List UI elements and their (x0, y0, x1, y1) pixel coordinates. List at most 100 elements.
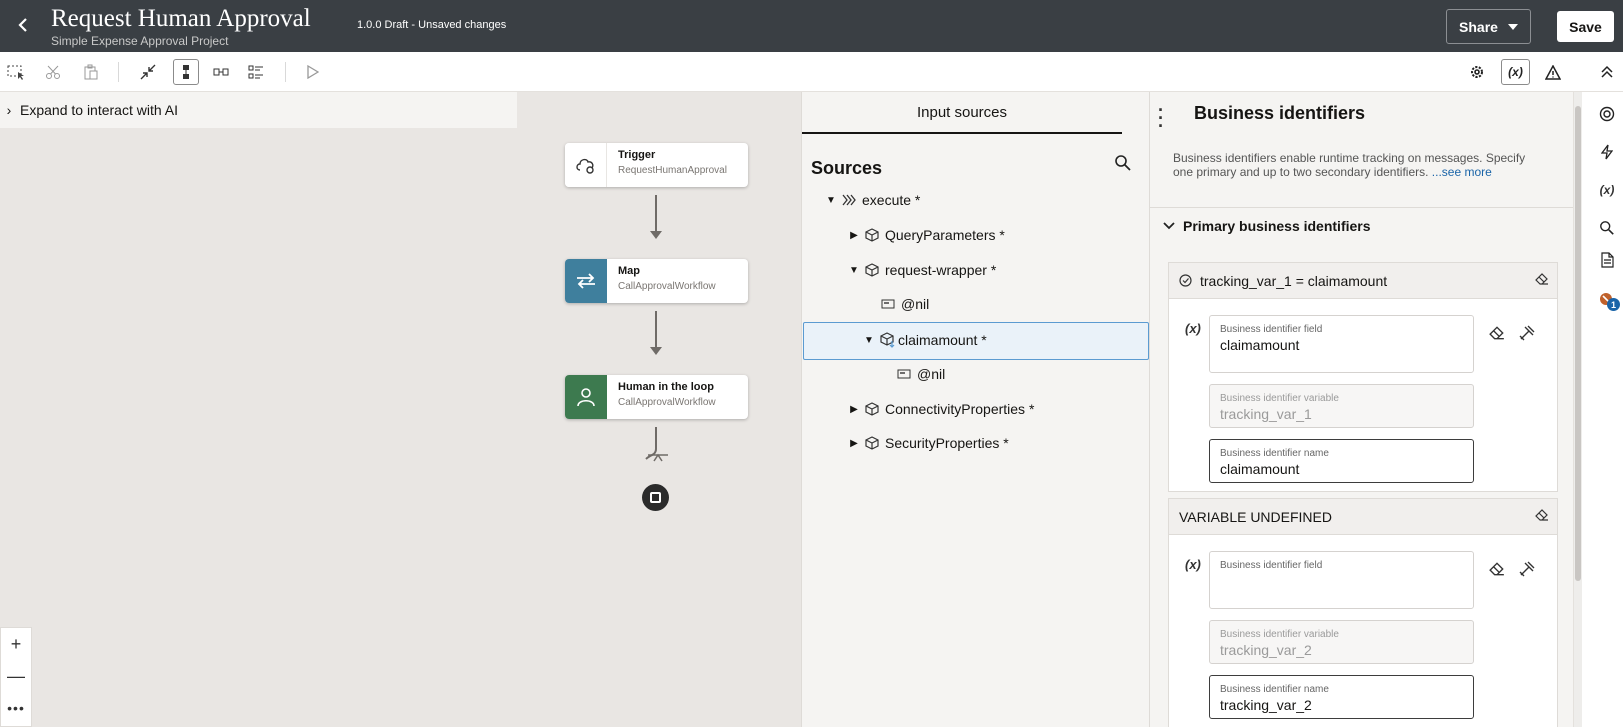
caret-down-icon (1507, 23, 1518, 30)
end-node[interactable] (642, 484, 669, 511)
cube-mapped-icon (880, 332, 896, 348)
page-title: Request Human Approval (51, 5, 311, 32)
project-name: Simple Expense Approval Project (51, 34, 229, 48)
cloud-gear-icon (565, 143, 607, 187)
business-identifier-name-input[interactable]: Business identifier name claimamount (1209, 439, 1474, 483)
tree-item-securityproperties[interactable]: ▶ SecurityProperties * (847, 428, 1009, 458)
caret-down-icon[interactable]: ▼ (824, 195, 838, 206)
gear-icon[interactable] (1464, 59, 1490, 85)
attribute-icon (897, 369, 911, 379)
kebab-menu-icon[interactable]: · · · (1158, 101, 1170, 135)
more-icon[interactable]: ••• (1, 692, 31, 724)
collapse-up-icon[interactable] (1594, 59, 1620, 85)
issues-icon[interactable]: 1 (1595, 288, 1620, 312)
issues-badge: 1 (1607, 298, 1620, 311)
business-identifier-variable: Business identifier variable tracking_va… (1209, 384, 1474, 428)
cut-icon[interactable] (40, 59, 66, 85)
variable-icon: (x) (1185, 557, 1201, 572)
collapse-icon[interactable] (135, 59, 161, 85)
caret-right-icon[interactable]: ▶ (847, 230, 861, 241)
variables-icon[interactable]: (x) (1501, 59, 1530, 85)
zoom-controls: + — ••• (0, 627, 32, 727)
ai-expand-label: Expand to interact with AI (20, 102, 178, 118)
chevron-down-icon (1163, 222, 1175, 230)
flow-node-trigger[interactable]: Trigger RequestHumanApproval (565, 143, 748, 187)
node-title: Trigger (618, 149, 656, 161)
sources-title: Sources (811, 158, 883, 178)
node-subtitle: RequestHumanApproval (618, 165, 727, 176)
paste-icon[interactable] (78, 59, 104, 85)
tree-item-nil[interactable]: @nil (877, 289, 929, 319)
cube-icon (865, 228, 879, 242)
card-header[interactable]: VARIABLE UNDEFINED (1169, 499, 1557, 535)
search-icon[interactable] (1595, 216, 1619, 240)
eraser-icon[interactable] (1535, 508, 1549, 525)
branch-connector (645, 427, 668, 462)
business-identifiers-panel: · · · Business identifiers Business identi… (1149, 92, 1574, 727)
tree-item-nil[interactable]: @nil (893, 359, 945, 389)
person-icon (565, 375, 607, 419)
business-identifier-name-input[interactable]: Business identifier name tracking_var_2 (1209, 675, 1474, 719)
node-title: Human in the loop (618, 381, 714, 393)
tree-item-connectivityproperties[interactable]: ▶ ConnectivityProperties * (847, 394, 1034, 424)
caret-right-icon[interactable]: ▶ (847, 404, 861, 415)
version-status: 1.0.0 Draft - Unsaved changes (357, 19, 507, 31)
variables-icon[interactable]: (x) (1595, 178, 1619, 202)
card-header[interactable]: tracking_var_1 = claimamount (1169, 263, 1557, 299)
identifier-card: tracking_var_1 = claimamount (x) Busines… (1168, 262, 1558, 492)
eraser-icon[interactable] (1489, 325, 1505, 346)
back-icon[interactable] (10, 12, 36, 38)
tools-icon[interactable] (1519, 561, 1535, 582)
ai-expand-bar[interactable]: › Expand to interact with AI (0, 92, 517, 128)
tree-item-queryparameters[interactable]: ▶ QueryParameters * (847, 220, 1005, 250)
warning-icon[interactable] (1540, 59, 1566, 85)
cube-icon (865, 263, 879, 277)
chevron-right-icon: › (6, 102, 12, 118)
play-icon[interactable] (300, 59, 326, 85)
caret-down-icon[interactable]: ▼ (862, 335, 876, 346)
attribute-icon (881, 299, 895, 309)
flow-node-human-in-the-loop[interactable]: Human in the loop CallApprovalWorkflow (565, 375, 748, 419)
primary-identifiers-heading[interactable]: Primary business identifiers (1163, 218, 1371, 234)
select-icon[interactable] (3, 59, 29, 85)
search-icon[interactable] (1114, 154, 1136, 176)
tab-input-sources[interactable]: Input sources (802, 92, 1122, 134)
share-button[interactable]: Share (1446, 9, 1531, 44)
zoom-out-icon[interactable]: — (1, 660, 31, 692)
execute-icon (842, 194, 856, 206)
swap-arrows-icon (565, 259, 607, 303)
document-icon[interactable] (1595, 248, 1619, 272)
zoom-in-icon[interactable]: + (1, 628, 31, 660)
save-button[interactable]: Save (1557, 11, 1614, 42)
app-header: Request Human Approval Simple Expense Ap… (0, 0, 1623, 52)
tree-item-execute[interactable]: ▼ execute * (824, 185, 920, 215)
panel-title: Business identifiers (1194, 103, 1366, 123)
scrollbar-thumb[interactable] (1575, 106, 1581, 581)
lightning-icon[interactable] (1595, 140, 1619, 164)
tree-item-request-wrapper[interactable]: ▼ request-wrapper * (847, 255, 996, 285)
flow-node-map[interactable]: Map CallApprovalWorkflow (565, 259, 748, 303)
business-identifier-field[interactable]: Business identifier field (1209, 551, 1474, 609)
caret-down-icon[interactable]: ▼ (847, 265, 861, 276)
see-more-link[interactable]: ...see more (1428, 165, 1492, 179)
horizontal-layout-icon[interactable] (208, 59, 234, 85)
tree-item-claimamount[interactable]: ▼ claimamount * (862, 325, 987, 355)
list-view-icon[interactable] (243, 59, 269, 85)
target-icon[interactable] (1595, 102, 1619, 126)
vertical-layout-icon[interactable] (173, 59, 199, 85)
cube-icon (865, 436, 879, 450)
node-subtitle: CallApprovalWorkflow (618, 281, 716, 292)
tools-icon[interactable] (1519, 325, 1535, 346)
panel-description: Business identifiers enable runtime trac… (1173, 151, 1526, 179)
business-identifier-field[interactable]: Business identifier field claimamount (1209, 315, 1474, 373)
variable-icon: (x) (1185, 321, 1201, 336)
input-sources-panel: Input sources Sources ▼ execute * ▶ Quer… (801, 92, 1149, 727)
toolbar: (x) (0, 52, 1623, 92)
stop-icon (650, 492, 661, 503)
eraser-icon[interactable] (1535, 272, 1549, 289)
eraser-icon[interactable] (1489, 561, 1505, 582)
share-label: Share (1459, 18, 1498, 35)
caret-right-icon[interactable]: ▶ (847, 438, 861, 449)
identifier-card: VARIABLE UNDEFINED (x) Business identifi… (1168, 498, 1558, 727)
flow-canvas[interactable]: › Expand to interact with AI Trigger Req… (0, 92, 801, 727)
